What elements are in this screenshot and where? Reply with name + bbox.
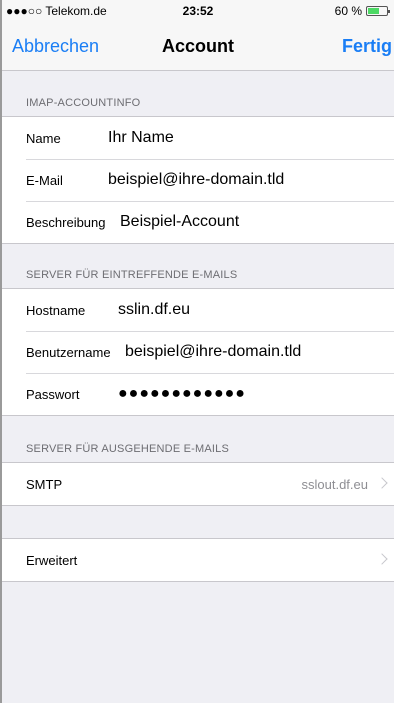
- smtp-label: SMTP: [26, 476, 63, 492]
- name-row[interactable]: Name Ihr Name: [2, 117, 394, 159]
- battery-fill: [368, 8, 379, 14]
- hostname-field[interactable]: sslin.df.eu: [118, 301, 190, 319]
- status-bar: ●●●○○ Telekom.de 23:52 60 %: [2, 0, 394, 22]
- navigation-bar: Abbrechen Account Fertig: [2, 22, 394, 71]
- password-field[interactable]: ●●●●●●●●●●●●: [118, 385, 246, 403]
- section-header-outgoing: SERVER FÜR AUSGEHENDE E-MAILS: [26, 443, 230, 455]
- section-header-incoming: SERVER FÜR EINTREFFENDE E-MAILS: [26, 269, 238, 281]
- battery-icon: [366, 6, 390, 16]
- name-label: Name: [26, 130, 61, 146]
- username-field[interactable]: beispiel@ihre-domain.tld: [125, 343, 301, 361]
- advanced-label: Erweitert: [26, 552, 78, 568]
- email-row[interactable]: E-Mail beispiel@ihre-domain.tld: [2, 159, 394, 201]
- advanced-row[interactable]: Erweitert: [2, 539, 394, 581]
- password-label: Passwort: [26, 386, 80, 402]
- section-header-imap: IMAP-ACCOUNTINFO: [26, 97, 141, 109]
- imap-account-group: Name Ihr Name E-Mail beispiel@ihre-domai…: [2, 116, 394, 244]
- hostname-row[interactable]: Hostname sslin.df.eu: [2, 289, 394, 331]
- battery-percent: 60 %: [334, 4, 362, 18]
- description-row[interactable]: Beschreibung Beispiel-Account: [2, 201, 394, 243]
- page-title: Account: [162, 36, 234, 56]
- username-label: Benutzername: [26, 344, 111, 360]
- chevron-right-icon: [376, 477, 388, 489]
- hostname-label: Hostname: [26, 302, 86, 318]
- description-label: Beschreibung: [26, 214, 106, 230]
- email-field[interactable]: beispiel@ihre-domain.tld: [108, 171, 284, 189]
- description-field[interactable]: Beispiel-Account: [120, 213, 239, 231]
- name-field[interactable]: Ihr Name: [108, 129, 174, 147]
- smtp-row[interactable]: SMTP sslout.df.eu: [2, 463, 394, 505]
- advanced-group: Erweitert: [2, 538, 394, 582]
- outgoing-server-group: SMTP sslout.df.eu: [2, 462, 394, 506]
- chevron-right-icon: [376, 553, 388, 565]
- battery-indicator: 60 %: [334, 4, 390, 18]
- password-row[interactable]: Passwort ●●●●●●●●●●●●: [2, 373, 394, 415]
- incoming-server-group: Hostname sslin.df.eu Benutzername beispi…: [2, 288, 394, 416]
- smtp-server-value: sslout.df.eu: [301, 476, 369, 492]
- done-button[interactable]: Fertig: [342, 36, 392, 57]
- username-row[interactable]: Benutzername beispiel@ihre-domain.tld: [2, 331, 394, 373]
- email-label: E-Mail: [26, 172, 63, 188]
